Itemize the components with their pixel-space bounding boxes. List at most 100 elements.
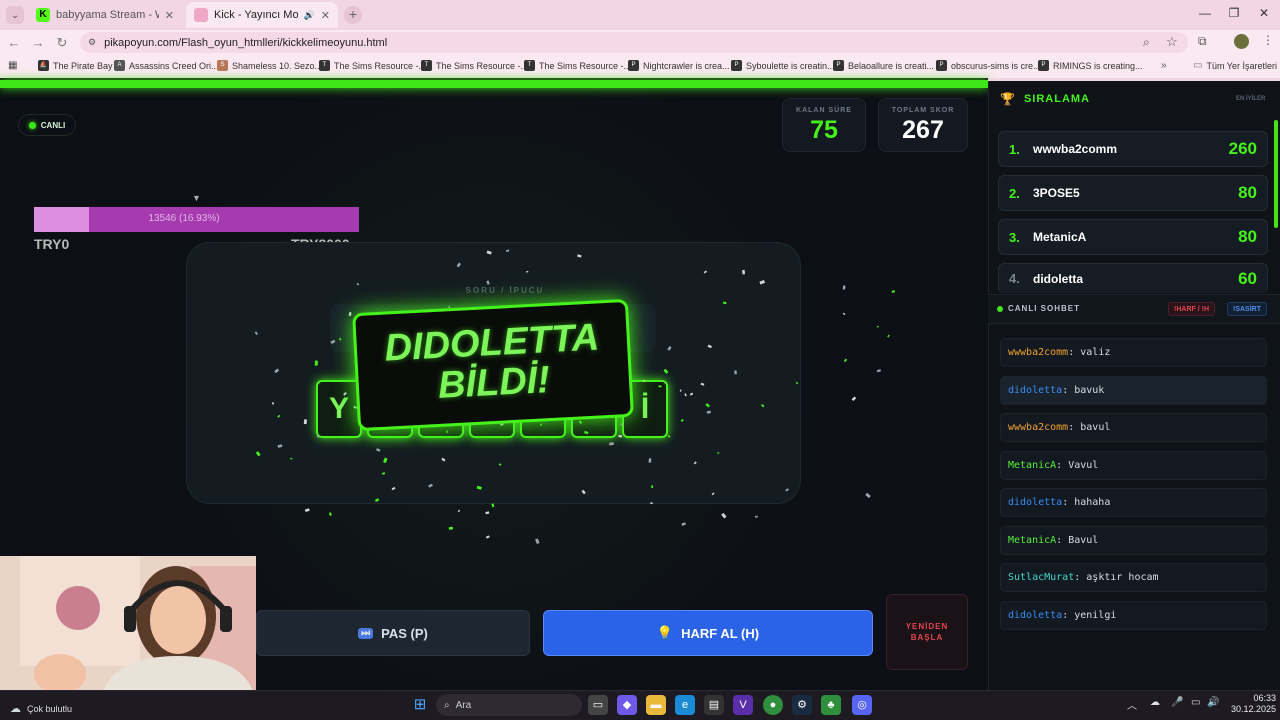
volume-icon[interactable]: 🔊	[1207, 697, 1219, 708]
network-icon[interactable]: ☁	[1150, 697, 1160, 708]
trophy-icon: 🏆	[1000, 92, 1016, 106]
maximize-button[interactable]: ❐	[1224, 6, 1244, 20]
forward-button[interactable]: →	[30, 35, 46, 50]
tsr-icon: T	[319, 60, 330, 71]
folder-icon: ▭	[1193, 60, 1203, 71]
new-tab-button[interactable]: +	[344, 6, 362, 24]
chat-message: wwwba2comm: bavul	[1000, 413, 1267, 442]
tab-babyyama[interactable]: K babyyama Stream - Watch Live ✕	[28, 2, 182, 28]
bookmark-item[interactable]: Pobscurus-sims is cre...	[936, 60, 1041, 71]
chrome-icon[interactable]: ●	[763, 695, 783, 715]
store-icon[interactable]: ▤	[704, 695, 724, 715]
more-bookmarks-icon[interactable]: »	[1161, 60, 1167, 71]
clock-time: 06:33	[1253, 693, 1276, 703]
bookmark-item[interactable]: T The Sims Resource -...	[319, 60, 426, 71]
tsr-icon: T	[524, 60, 535, 71]
chat-title: CANLI SOHBET	[997, 304, 1080, 313]
letter-command-chip: !HARF / !H	[1168, 302, 1215, 316]
bookmark-item[interactable]: P Belaoallure is creati...	[833, 60, 934, 71]
winner-banner: DIDOLETTA BİLDİ!	[352, 298, 634, 432]
profile-avatar[interactable]	[1234, 34, 1249, 49]
chat-message: didoletta: bavuk	[1000, 376, 1267, 405]
vpn-icon[interactable]: V	[733, 695, 753, 715]
take-letter-button[interactable]: 💡 HARF AL (H)	[543, 610, 873, 656]
zoom-icon[interactable]: ⌕	[1143, 35, 1150, 50]
search-icon: ⌕	[444, 699, 450, 711]
reload-button[interactable]: ↻	[54, 35, 70, 51]
back-button[interactable]: ←	[6, 35, 22, 50]
restart-button[interactable]: YENİDEN BAŞLA	[886, 594, 968, 670]
copilot-icon[interactable]: ◆	[617, 695, 637, 715]
microphone-icon[interactable]: 🎤	[1171, 697, 1183, 708]
patreon-icon: P	[833, 60, 844, 71]
close-window-button[interactable]: ✕	[1254, 6, 1274, 20]
chat-message: MetanicA: Vavul	[1000, 451, 1267, 480]
bookmark-item[interactable]: A Assassins Creed Ori...	[114, 60, 219, 71]
creed-icon: A	[114, 60, 125, 71]
chat-message: didoletta: hahaha	[1000, 488, 1267, 517]
leaderboard-subtitle: EN İYİLER	[1236, 96, 1266, 102]
wifi-icon[interactable]: ▭	[1191, 697, 1200, 708]
leaderboard-row: 3. MetanicA 80	[998, 219, 1268, 255]
leaderboard-header: 🏆 SIRALAMA	[1000, 92, 1090, 106]
bookmark-star-icon[interactable]: ☆	[1166, 34, 1178, 50]
site-info-icon[interactable]: ⚙	[88, 37, 96, 48]
lightbulb-icon: 💡	[656, 625, 674, 640]
skip-icon: ⏭	[358, 627, 374, 639]
timer-bar	[0, 80, 988, 88]
kick-favicon-icon: K	[36, 8, 50, 22]
patreon-icon: P	[628, 60, 639, 71]
clock[interactable]: 06:33 30.12.2025	[1224, 693, 1276, 715]
task-view-icon[interactable]: ▭	[588, 695, 608, 715]
apps-icon[interactable]: ▦	[8, 60, 17, 71]
bookmark-item[interactable]: S Shameless 10. Sezo...	[217, 60, 322, 71]
tab-title: babyyama Stream - Watch Live	[56, 9, 159, 21]
mute-icon[interactable]: 🔊	[304, 10, 315, 21]
app-icon[interactable]: ♣	[821, 695, 841, 715]
bookmark-item[interactable]: P RIMINGS is creating...	[1038, 60, 1143, 71]
url-text: pikapoyun.com/Flash_oyun_htmlleri/kickke…	[104, 36, 388, 49]
patreon-icon: P	[731, 60, 742, 71]
start-icon[interactable]: ⊞	[410, 695, 430, 715]
all-bookmarks-folder[interactable]: ▭ Tüm Yer İşaretleri	[1193, 60, 1277, 71]
tv-icon: S	[217, 60, 228, 71]
leaderboard-scrollbar[interactable]	[1274, 120, 1278, 228]
file-explorer-icon[interactable]: ▬	[646, 695, 666, 715]
tsr-icon: T	[421, 60, 432, 71]
chat-message: MetanicA: Bavul	[1000, 526, 1267, 555]
tab-title: Kick - Yayıncı Modu (Kelime	[214, 9, 298, 21]
cloud-icon: ☁	[10, 703, 21, 715]
bookmark-item[interactable]: ⛵ The Pirate Bay	[38, 60, 113, 71]
address-bar[interactable]: ⚙ pikapoyun.com/Flash_oyun_htmlleri/kick…	[80, 32, 1188, 53]
webcam-image	[0, 556, 256, 700]
tray-chevron-icon[interactable]: ︿	[1127, 697, 1137, 712]
minimize-button[interactable]: —	[1195, 6, 1215, 20]
weather-widget[interactable]: ☁ Çok bulutlu	[10, 702, 72, 715]
close-tab-icon[interactable]: ✕	[165, 9, 174, 22]
bookmark-item[interactable]: T The Sims Resource -...	[524, 60, 631, 71]
bookmark-item[interactable]: P Syboulette is creatin...	[731, 60, 835, 71]
extensions-icon[interactable]: ⧉	[1198, 34, 1207, 49]
tab-search-button[interactable]: ⌄	[6, 6, 24, 24]
taskbar-search[interactable]: ⌕ Ara	[436, 694, 582, 716]
chat-message: didoletta: yenilgi	[1000, 601, 1267, 630]
pass-button[interactable]: ⏭ PAS (P)	[256, 610, 530, 656]
taskbar	[0, 690, 1280, 720]
bookmark-item[interactable]: T The Sims Resource -...	[421, 60, 528, 71]
steam-icon[interactable]: ⚙	[792, 695, 812, 715]
clock-date: 30.12.2025	[1230, 704, 1276, 714]
chat-live-dot-icon	[997, 305, 1003, 312]
tab-kick-yayinci[interactable]: Kick - Yayıncı Modu (Kelime 🔊 ✕	[186, 2, 338, 28]
leaderboard-row: 4. didoletta 60	[998, 263, 1268, 293]
surprise-command-chip: !SASİRT	[1227, 302, 1267, 316]
bookmark-item[interactable]: P Nightcrawler is crea...	[628, 60, 730, 71]
patreon-icon: P	[1038, 60, 1049, 71]
edge-icon[interactable]: e	[675, 695, 695, 715]
close-tab-icon[interactable]: ✕	[321, 9, 330, 22]
chat-message: wwwba2comm: valiz	[1000, 338, 1267, 367]
tab-favicon-icon	[194, 8, 208, 22]
menu-icon[interactable]: ⋮	[1262, 33, 1274, 47]
ship-icon: ⛵	[38, 60, 49, 71]
leaderboard-row: 1. wwwba2comm 260	[998, 131, 1268, 167]
discord-icon[interactable]: ◎	[852, 695, 872, 715]
